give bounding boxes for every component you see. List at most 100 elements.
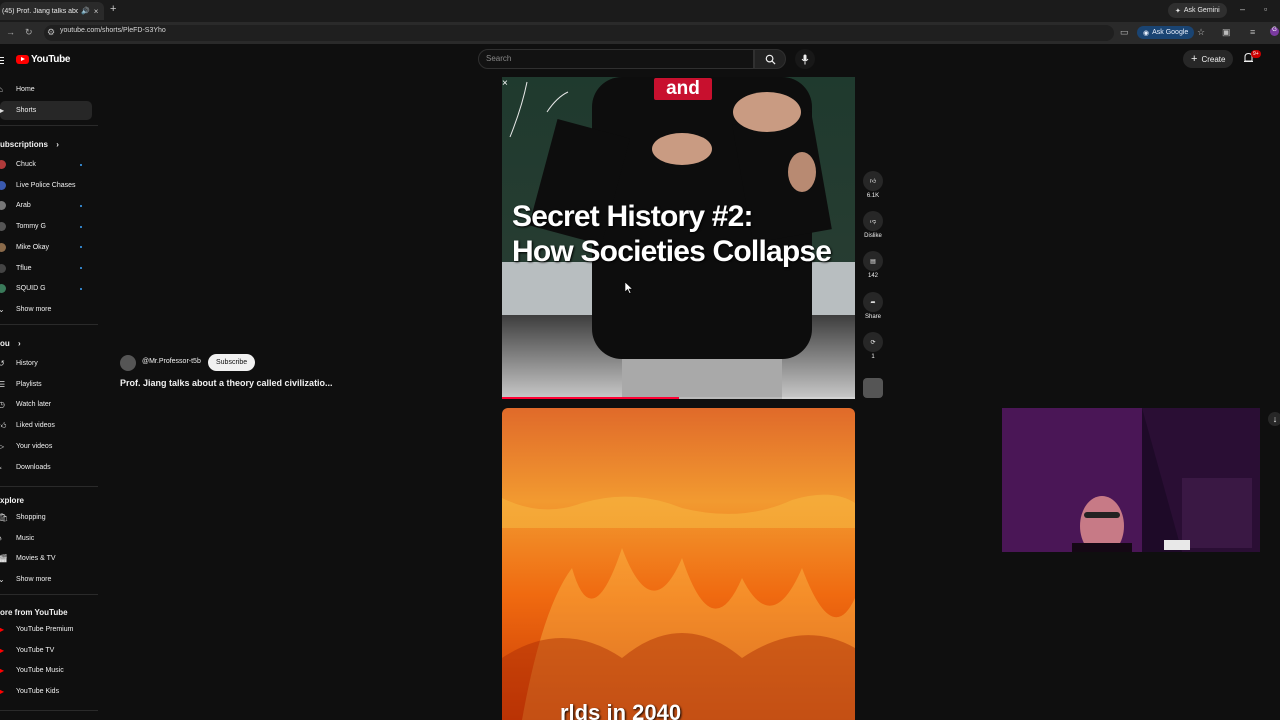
new-content-dot	[80, 246, 82, 249]
cast-icon[interactable]: ▭	[1120, 27, 1129, 38]
more-from-youtube-heading: ore from YouTube	[0, 608, 68, 617]
bookmark-star-icon[interactable]: ☆	[1197, 27, 1205, 38]
sidebar-item-label: Home	[16, 86, 35, 93]
extensions-icon[interactable]: ▣	[1222, 27, 1231, 38]
shorts-icon: ▶	[0, 106, 5, 115]
sidebar-item-label: Shopping	[16, 514, 46, 521]
url-text[interactable]: youtube.com/shorts/PleFD-S3Yho	[60, 27, 166, 34]
create-button[interactable]: + Create	[1183, 50, 1234, 68]
notification-badge: 9+	[1251, 50, 1261, 58]
sound-thumbnail[interactable]	[863, 378, 883, 398]
youtube-logo[interactable]: YouTube	[16, 54, 71, 65]
lens-icon: ◉	[1143, 29, 1150, 37]
playlists-icon: ☰	[0, 379, 6, 389]
dislike-label: Dislike	[864, 233, 882, 239]
close-tab-icon[interactable]: ×	[94, 7, 99, 16]
comments-button[interactable]: ▤ 142	[861, 251, 885, 279]
sidebar-item-youtube-service[interactable]: ▶ YouTube TV	[0, 641, 92, 660]
sidebar-item-youtube-service[interactable]: ▶ YouTube Premium	[0, 620, 92, 639]
sidebar-item-playlists[interactable]: ☰ Playlists	[0, 375, 92, 394]
sidebar-item-subscription[interactable]: Live Police Chases	[0, 176, 92, 195]
sidebar-item-subscription[interactable]: Tommy G	[0, 217, 92, 236]
sidebar-show-more[interactable]: ⌄ Show more	[0, 300, 92, 319]
sidebar-item-shorts[interactable]: ▶ Shorts	[0, 101, 92, 120]
gemini-icon: ✦	[1175, 7, 1181, 15]
sidebar-item-subscription[interactable]: SQUID G	[0, 279, 92, 298]
search-input[interactable]	[478, 49, 754, 69]
close-overlay-icon[interactable]: ×	[502, 78, 508, 89]
sidebar-item-home[interactable]: ⌂ Home	[0, 80, 92, 99]
video-progress-bar[interactable]	[502, 397, 855, 399]
sidebar-item-subscription[interactable]: Arab	[0, 196, 92, 215]
you-heading[interactable]: ou ›	[0, 339, 21, 348]
new-tab-button[interactable]: +	[110, 3, 116, 15]
sidebar-show-more[interactable]: ⌄ Show more	[0, 570, 92, 589]
voice-search-button[interactable]	[795, 49, 815, 69]
dislike-button[interactable]: 👎︎ Dislike	[861, 211, 885, 239]
short-overlay-title: Secret History #2: How Societies Collaps…	[512, 199, 832, 269]
remix-button[interactable]: ⟳ 1	[861, 332, 885, 360]
sidebar-item-movies-tv[interactable]: 🎬︎ Movies & TV	[0, 549, 92, 568]
sidebar-item-history[interactable]: ↺ History	[0, 354, 92, 373]
sidebar-item-downloads[interactable]: ⤓ Downloads	[0, 458, 92, 477]
short-description[interactable]: Prof. Jiang talks about a theory called …	[120, 378, 333, 388]
title-line-2: How Societies Collapse	[512, 235, 832, 268]
video-progress-fill	[502, 397, 679, 399]
sidebar-item-label: Watch later	[16, 401, 52, 409]
profile-avatar[interactable]: G	[1270, 27, 1279, 36]
new-content-dot	[80, 287, 82, 290]
microphone-icon	[801, 54, 809, 64]
sidebar: ⌂ Home ▶ Shorts ubscriptions › Chuck Liv…	[0, 78, 98, 720]
sidebar-divider	[0, 486, 98, 487]
channel-avatar	[0, 284, 6, 294]
maximize-icon[interactable]: ▫	[1264, 4, 1267, 14]
browser-tab[interactable]: (45) Prof. Jiang talks about 🔊 ×	[0, 2, 104, 20]
site-info-icon[interactable]: ⚙	[47, 27, 55, 38]
sidebar-item-label: Show more	[16, 576, 52, 583]
menu-icon[interactable]	[0, 57, 4, 66]
channel-avatar	[0, 222, 6, 232]
sidebar-item-label: Movies & TV	[16, 555, 56, 563]
reload-icon[interactable]: ↻	[25, 27, 33, 38]
channel-avatar	[0, 263, 6, 273]
speaker-icon[interactable]: 🔊	[81, 7, 90, 15]
sidebar-item-shopping[interactable]: 🛍︎ Shopping	[0, 508, 92, 527]
remix-icon: ⟳	[863, 332, 883, 352]
next-short-arrow-icon[interactable]: ↓	[1268, 412, 1280, 426]
sidebar-item-watch-later[interactable]: ◷ Watch later	[0, 395, 92, 414]
shopping-icon: 🛍︎	[0, 513, 9, 522]
sidebar-item-youtube-service[interactable]: ▶ YouTube Music	[0, 661, 92, 680]
sidebar-item-label: Show more	[16, 306, 52, 313]
ask-gemini-button[interactable]: ✦ Ask Gemini	[1168, 3, 1227, 18]
channel-avatar	[0, 242, 6, 252]
sidebar-item-label: Tflue	[16, 264, 32, 272]
sidebar-item-subscription[interactable]: Chuck	[0, 155, 92, 174]
chevron-down-icon: ⌄	[0, 575, 5, 584]
sidebar-item-liked-videos[interactable]: 👍︎ Liked videos	[0, 416, 92, 435]
sidebar-divider	[0, 125, 98, 126]
comment-icon: ▤	[863, 251, 883, 271]
sidebar-item-label: Shorts	[16, 107, 37, 114]
tab-title: (45) Prof. Jiang talks about	[2, 7, 78, 15]
downloads-icon: ⤓	[0, 462, 16, 472]
sidebar-item-music[interactable]: ♪ Music	[0, 529, 92, 548]
sidebar-item-subscription[interactable]: Tflue	[0, 259, 92, 278]
subscribe-button[interactable]: Subscribe	[208, 354, 256, 371]
subscriptions-heading[interactable]: ubscriptions ›	[0, 140, 59, 149]
channel-name[interactable]: @Mr.Professor-t5b	[142, 358, 201, 365]
ask-google-button[interactable]: ◉ Ask Google	[1137, 26, 1195, 39]
sidebar-item-youtube-service[interactable]: ▶ YouTube Kids	[0, 682, 92, 701]
channel-avatar[interactable]	[120, 355, 136, 371]
search-placeholder: Search	[486, 54, 512, 63]
like-button[interactable]: 👍︎ 6.1K	[861, 171, 885, 199]
tab-search-icon[interactable]: ≡	[1250, 27, 1255, 37]
minimize-icon[interactable]: –	[1240, 4, 1245, 14]
forward-icon[interactable]: →	[6, 27, 15, 37]
share-button[interactable]: ➦ Share	[861, 292, 885, 320]
sidebar-item-subscription[interactable]: Mike Okay	[0, 238, 92, 257]
url-box[interactable]	[44, 25, 1114, 41]
search-button[interactable]	[754, 49, 786, 69]
next-short-video[interactable]	[502, 408, 855, 720]
address-bar-row: → ↻	[0, 22, 1280, 44]
sidebar-item-your-videos[interactable]: ▷ Your videos	[0, 437, 92, 456]
